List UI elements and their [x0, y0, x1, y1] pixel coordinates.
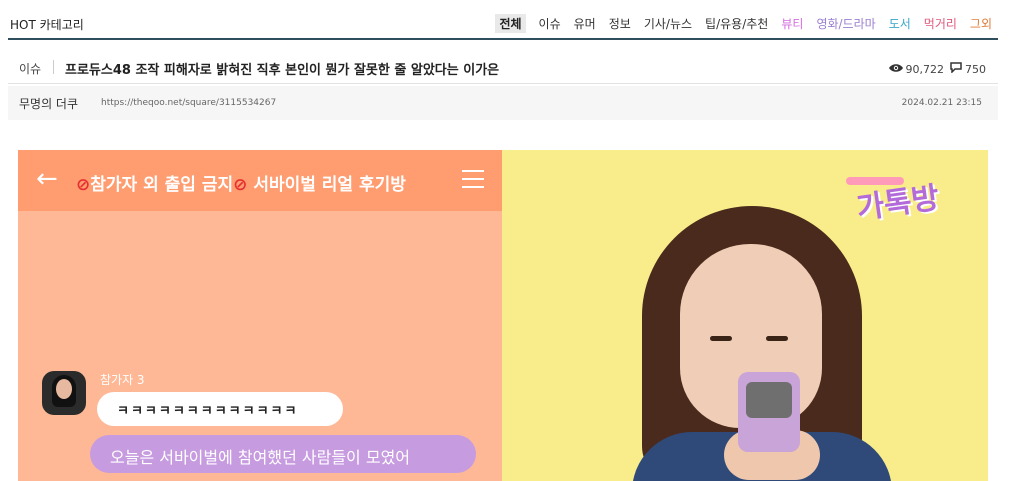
chat-screen: ← ⊘참가자 외 출입 금지⊘ 서바이벌 리얼 후기방 참가자 3 ㅋㅋㅋㅋㅋㅋ… [18, 150, 502, 481]
post-stats: 90,722 750 [888, 62, 993, 76]
comment-icon [950, 62, 962, 76]
category-tab-info[interactable]: 정보 [609, 15, 631, 33]
avatar [42, 371, 86, 415]
chat-room-title-text: 참가자 외 출입 금지 [90, 175, 234, 195]
tag-divider [53, 60, 54, 74]
post-meta-bar: 무명의 더쿠 https://theqoo.net/square/3115534… [8, 86, 998, 120]
back-arrow-icon: ← [36, 164, 58, 194]
category-tab-issue[interactable]: 이슈 [539, 15, 561, 33]
category-tab-humor[interactable]: 유머 [574, 15, 596, 33]
chat-room-title: ⊘참가자 외 출입 금지⊘ 서바이벌 리얼 후기방 [76, 170, 406, 195]
category-tab-food[interactable]: 먹거리 [924, 15, 957, 33]
hot-category-bar: HOT 카테고리 전체 이슈 유머 정보 기사/뉴스 팁/유용/추천 뷰티 영화… [8, 8, 998, 40]
category-tab-tips[interactable]: 팁/유용/추천 [705, 15, 768, 33]
category-tabs: 전체 이슈 유머 정보 기사/뉴스 팁/유용/추천 뷰티 영화/드라마 도서 먹… [482, 14, 992, 33]
comment-count: 750 [965, 62, 986, 76]
category-tab-news[interactable]: 기사/뉴스 [644, 15, 692, 33]
hamburger-menu-icon [462, 170, 484, 194]
chat-header: ← ⊘참가자 외 출입 금지⊘ 서바이벌 리얼 후기방 [18, 150, 502, 211]
chat-sender-name: 참가자 3 [100, 373, 145, 387]
post-content-image: ← ⊘참가자 외 출입 금지⊘ 서바이벌 리얼 후기방 참가자 3 ㅋㅋㅋㅋㅋㅋ… [18, 150, 988, 481]
post-category-tag[interactable]: 이슈 [19, 60, 41, 77]
phone-image [738, 372, 800, 452]
eye-icon [888, 63, 903, 76]
category-tab-all[interactable]: 전체 [495, 14, 526, 33]
post-date: 2024.02.21 23:15 [901, 98, 982, 108]
chat-room-title-suffix: 서바이벌 리얼 후기방 [253, 175, 406, 195]
post-url[interactable]: https://theqoo.net/square/3115534267 [101, 98, 276, 108]
video-frame: 가톡방 [502, 150, 988, 481]
category-tab-etc[interactable]: 그외 [970, 15, 992, 33]
category-tab-movie-drama[interactable]: 영화/드라마 [816, 15, 875, 33]
chat-bubble-laugh: ㅋㅋㅋㅋㅋㅋㅋㅋㅋㅋㅋㅋㅋ [97, 392, 343, 426]
view-count: 90,722 [905, 62, 945, 76]
category-tab-beauty[interactable]: 뷰티 [781, 15, 803, 33]
post-title-bar: 이슈 프로듀스48 조작 피해자로 밝혀진 직후 본인이 뭔가 잘못한 줄 알았… [8, 54, 998, 84]
person-eye-right [766, 336, 788, 341]
author-name: 무명의 더쿠 [19, 97, 79, 111]
category-tab-books[interactable]: 도서 [889, 15, 911, 33]
person-eye-left [710, 336, 732, 341]
prohibited-icon-2: ⊘ [233, 175, 248, 195]
hot-category-label: HOT 카테고리 [10, 18, 84, 32]
post-title: 프로듀스48 조작 피해자로 밝혀진 직후 본인이 뭔가 잘못한 줄 알았다는 … [65, 63, 500, 78]
chat-bubble-message: 오늘은 서바이벌에 참여했던 사람들이 모였어 [90, 435, 476, 473]
prohibited-icon: ⊘ [76, 175, 91, 195]
